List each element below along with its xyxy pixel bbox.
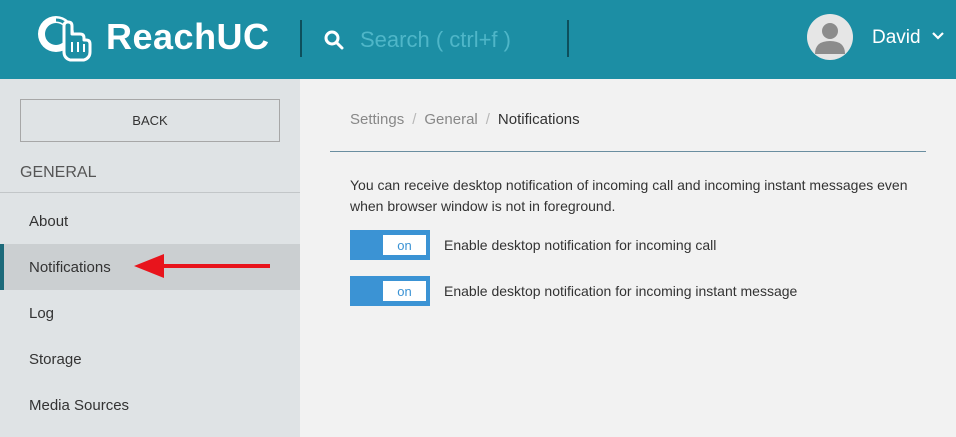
annotation-arrow-icon xyxy=(134,254,270,278)
content-divider xyxy=(330,151,926,152)
sidebar-menu: About Notifications Log Storage Media So… xyxy=(0,198,300,428)
user-name[interactable]: David xyxy=(872,27,921,49)
sidebar-item-storage[interactable]: Storage xyxy=(0,336,300,382)
breadcrumb-general[interactable]: General xyxy=(424,111,477,128)
back-button[interactable]: BACK xyxy=(20,99,280,142)
sidebar-item-label: Media Sources xyxy=(29,396,130,414)
reachuc-hand-logo-icon[interactable] xyxy=(34,12,98,64)
toggle-state-label: on xyxy=(383,281,426,301)
notifications-description: You can receive desktop notification of … xyxy=(350,177,908,214)
breadcrumb-current: Notifications xyxy=(497,111,580,128)
app-name: ReachUC xyxy=(106,16,270,57)
toggle-row-instant-message: on Enable desktop notification for incom… xyxy=(350,276,797,306)
sidebar-item-about[interactable]: About xyxy=(0,198,300,244)
toggle-label: Enable desktop notification for incoming… xyxy=(444,283,798,299)
toggle-row-incoming-call: on Enable desktop notification for incom… xyxy=(350,230,716,260)
toggle-label: Enable desktop notification for incoming… xyxy=(444,237,717,253)
sidebar-item-label: About xyxy=(29,212,69,230)
sidebar-item-log[interactable]: Log xyxy=(0,290,300,336)
breadcrumb-separator: / xyxy=(485,111,490,128)
sidebar-item-label: Storage xyxy=(29,350,82,368)
search-icon[interactable] xyxy=(324,30,344,50)
sidebar-divider xyxy=(0,192,300,193)
sidebar-item-label: Log xyxy=(29,304,55,322)
toggle-state-label: on xyxy=(383,235,426,255)
chevron-down-icon[interactable] xyxy=(932,31,944,41)
sidebar-item-media-sources[interactable]: Media Sources xyxy=(0,382,300,428)
sidebar-section-title: GENERAL xyxy=(20,164,97,181)
user-avatar-icon[interactable] xyxy=(807,14,853,60)
top-header-bar: ReachUC David xyxy=(0,0,956,79)
header-divider xyxy=(300,20,302,57)
breadcrumb-separator: / xyxy=(412,111,417,128)
incoming-call-toggle[interactable]: on xyxy=(350,230,430,260)
breadcrumb: Settings / General / Notifications xyxy=(350,111,580,128)
header-divider xyxy=(567,20,569,57)
breadcrumb-settings[interactable]: Settings xyxy=(350,111,404,128)
sidebar-item-label: Notifications xyxy=(29,258,111,276)
instant-message-toggle[interactable]: on xyxy=(350,276,430,306)
search-input[interactable] xyxy=(350,24,550,56)
